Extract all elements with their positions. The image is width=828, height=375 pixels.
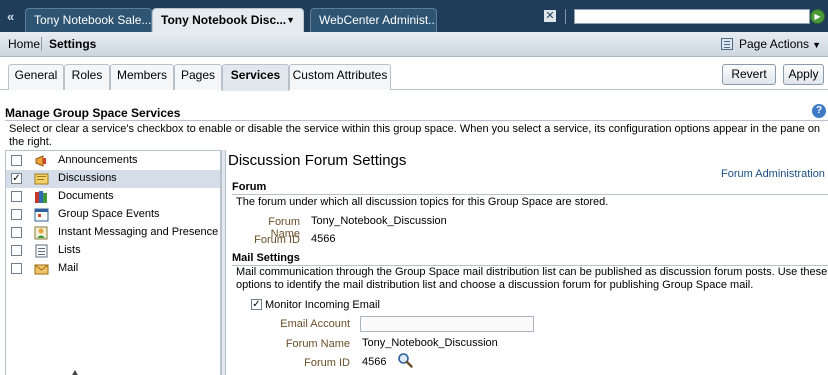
breadcrumb-home-link[interactable]: Home — [8, 37, 40, 51]
forum-administration-link[interactable]: Forum Administration — [721, 168, 825, 180]
divider — [41, 37, 42, 51]
mouse-cursor-icon — [71, 370, 79, 375]
apply-button[interactable]: Apply — [783, 64, 824, 85]
service-label: Instant Messaging and Presence — [58, 226, 219, 238]
scroll-tabs-left-icon[interactable]: « — [7, 10, 14, 24]
list-item[interactable]: Announcements — [6, 152, 220, 170]
breadcrumb: Home Settings Page Actions ▼ — [0, 32, 828, 57]
list-item[interactable]: Group Space Events — [6, 206, 220, 224]
page-actions-menu[interactable]: Page Actions ▼ — [721, 37, 821, 51]
service-label: Group Space Events — [58, 208, 160, 220]
calendar-icon — [34, 208, 49, 222]
tab-custom-attributes[interactable]: Custom Attributes — [289, 64, 391, 90]
search-icon[interactable] — [397, 352, 413, 368]
tab-label: Roles — [71, 68, 103, 82]
chevron-down-icon[interactable]: ▼ — [286, 9, 295, 31]
service-checkbox[interactable] — [11, 263, 22, 274]
monitor-incoming-email-checkbox[interactable]: ✓ — [251, 299, 262, 310]
top-tab-label: WebCenter Administ... — [319, 13, 437, 27]
email-account-label: Email Account — [280, 318, 350, 330]
page-actions-label: Page Actions — [739, 37, 810, 51]
top-tab-2[interactable]: Tony Notebook Disc... ▼ — [152, 8, 304, 32]
close-icon[interactable]: ✕ — [544, 10, 556, 22]
books-icon — [35, 191, 47, 203]
divider — [5, 120, 828, 121]
tab-pages[interactable]: Pages — [174, 64, 222, 90]
monitor-incoming-email-label: Monitor Incoming Email — [265, 299, 380, 311]
top-tab-label: Tony Notebook Sale... — [34, 13, 152, 27]
service-checkbox[interactable] — [11, 191, 22, 202]
top-tab-label: Tony Notebook Disc... — [161, 13, 287, 27]
detail-title: Discussion Forum Settings — [228, 152, 407, 169]
search-input[interactable] — [574, 9, 810, 24]
forum-description: The forum under which all discussion top… — [236, 196, 609, 208]
service-checkbox[interactable] — [11, 209, 22, 220]
service-label: Mail — [58, 262, 79, 274]
service-label: Announcements — [58, 154, 138, 166]
tab-roles[interactable]: Roles — [64, 64, 110, 90]
tab-label: Members — [116, 68, 167, 82]
service-checkbox[interactable]: ✓ — [11, 173, 22, 184]
divider — [565, 9, 566, 24]
service-checkbox[interactable] — [11, 245, 22, 256]
tab-label: General — [14, 68, 58, 82]
mail-description-line-2: options to identify the mail distributio… — [236, 279, 754, 291]
top-tab-bar: « Tony Notebook Sale... Tony Notebook Di… — [0, 0, 828, 32]
list-item[interactable]: Instant Messaging and Presence — [6, 224, 220, 242]
discussion-icon — [34, 173, 49, 185]
forum-id-value: 4566 — [311, 233, 336, 245]
forum-id-label: Forum ID — [254, 234, 300, 246]
list-item[interactable]: Lists — [6, 242, 220, 260]
help-icon[interactable]: ? — [812, 104, 826, 118]
section-title: Manage Group Space Services — [5, 106, 181, 120]
service-label: Lists — [58, 244, 81, 256]
mail-forum-id-label: Forum ID — [304, 357, 350, 369]
service-label: Documents — [58, 190, 114, 202]
divider — [232, 194, 828, 195]
pane-splitter[interactable] — [221, 150, 226, 375]
service-list: Announcements ✓ Discussions Documents Gr… — [5, 150, 221, 375]
email-account-field[interactable] — [360, 316, 534, 332]
forum-heading: Forum — [232, 181, 267, 193]
service-label: Discussions — [58, 172, 117, 184]
mail-icon — [34, 264, 49, 275]
breadcrumb-current: Settings — [49, 37, 97, 51]
tab-label: Pages — [180, 68, 216, 82]
page-actions-icon — [721, 38, 733, 50]
tab-general[interactable]: General — [8, 64, 64, 90]
mail-description-line-1: Mail communication through the Group Spa… — [236, 266, 828, 278]
list-item[interactable]: Mail — [6, 260, 220, 278]
service-checkbox[interactable] — [11, 155, 22, 166]
top-tab-3[interactable]: WebCenter Administ... — [310, 8, 437, 32]
tab-members[interactable]: Members — [110, 64, 174, 90]
presence-icon — [34, 226, 48, 240]
go-arrow-icon[interactable]: ▶ — [810, 9, 825, 24]
tab-label: Services — [230, 68, 281, 82]
tab-label: Custom Attributes — [292, 68, 388, 82]
mail-forum-name-value: Tony_Notebook_Discussion — [362, 337, 498, 349]
megaphone-icon — [35, 155, 46, 167]
list-item[interactable]: ✓ Discussions — [6, 170, 220, 188]
top-tab-1[interactable]: Tony Notebook Sale... — [25, 8, 152, 32]
mail-settings-heading: Mail Settings — [232, 252, 300, 264]
forum-name-value: Tony_Notebook_Discussion — [311, 215, 447, 227]
revert-button[interactable]: Revert — [722, 64, 776, 85]
tab-services[interactable]: Services — [222, 64, 289, 91]
mail-forum-id-value: 4566 — [362, 356, 387, 368]
service-checkbox[interactable] — [11, 227, 22, 238]
section-description: Select or clear a service's checkbox to … — [9, 123, 821, 148]
list-icon — [35, 244, 48, 258]
chevron-down-icon: ▼ — [812, 40, 821, 50]
list-item[interactable]: Documents — [6, 188, 220, 206]
mail-forum-name-label: Forum Name — [285, 338, 350, 350]
